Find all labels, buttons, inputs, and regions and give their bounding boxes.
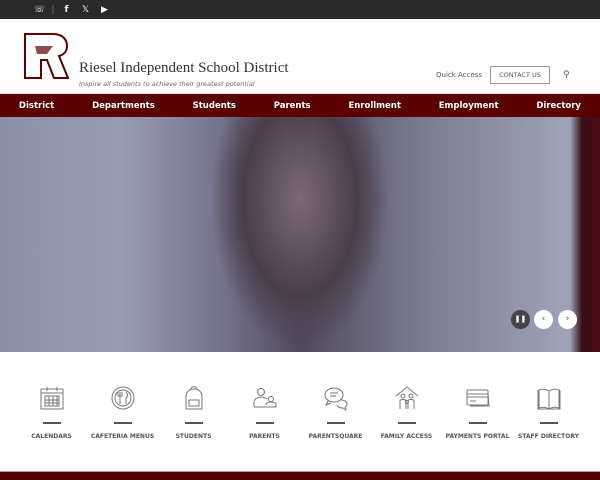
nav-parents[interactable]: Parents [274,101,311,111]
hero-slideshow [0,117,600,352]
quick-access-link[interactable]: Quick Access [436,71,482,79]
footer [0,471,600,480]
quicklink-label: PAYMENTS PORTAL [445,432,510,440]
quicklink-cafeteria[interactable]: CAFETERIA MENUS [88,385,158,440]
facebook-icon[interactable]: f [57,5,76,15]
nav-directory[interactable]: Directory [536,101,581,111]
social-bar: ☏ | f 𝕏 ▶ [0,0,600,19]
quicklink-payments[interactable]: PAYMENTS PORTAL [443,385,513,440]
nav-employment[interactable]: Employment [439,101,499,111]
search-icon[interactable]: ⚲ [563,70,570,80]
quicklink-staff-directory[interactable]: STAFF DIRECTORY [514,385,584,440]
hero-edge [592,117,600,352]
quicklink-label: PARENTSQUARE [308,432,363,440]
youtube-icon[interactable]: ▶ [95,5,114,15]
backpack-icon [185,386,202,410]
quicklink-students[interactable]: STUDENTS [159,385,229,440]
main-nav: District Departments Students Parents En… [0,94,600,117]
quicklink-label: CALENDARS [31,432,72,440]
next-slide-button[interactable]: › [558,310,577,329]
chat-bubbles-icon [324,387,348,411]
calendar-icon [40,387,63,410]
book-icon [537,388,560,410]
parentsquare-icon[interactable]: ☏ [30,5,49,15]
credit-card-icon [466,389,490,407]
quicklink-parents[interactable]: PARENTS [230,385,300,440]
site-header: Riesel Independent School District Inspi… [0,19,600,94]
quick-links: CALENDARS CAFETERIA MENUS STUDENTS PAREN… [0,385,600,440]
quicklink-label: CAFETERIA MENUS [90,432,155,440]
quicklink-parentsquare[interactable]: PARENTSQUARE [301,385,371,440]
pause-button[interactable]: ❚❚ [511,310,530,329]
quicklink-label: PARENTS [249,432,280,440]
hero-image [210,117,390,352]
nav-district[interactable]: District [19,101,54,111]
parent-child-icon [253,388,276,408]
divider: | [51,4,55,15]
quicklink-label: STAFF DIRECTORY [517,432,580,440]
nav-departments[interactable]: Departments [92,101,155,111]
contact-us-button[interactable]: CONTACT US [490,66,550,84]
family-house-icon [395,386,418,409]
site-tagline: Inspire all students to achieve their gr… [79,80,255,88]
quicklink-calendars[interactable]: CALENDARS [17,385,87,440]
nav-students[interactable]: Students [193,101,236,111]
nav-enrollment[interactable]: Enrollment [348,101,400,111]
district-logo[interactable] [23,32,69,80]
quicklink-label: FAMILY ACCESS [380,432,433,440]
quicklink-label: STUDENTS [175,432,212,440]
quicklink-family-access[interactable]: FAMILY ACCESS [372,385,442,440]
prev-slide-button[interactable]: ‹ [534,310,553,329]
plate-utensils-icon [111,386,134,410]
site-title[interactable]: Riesel Independent School District [79,60,289,77]
x-icon[interactable]: 𝕏 [76,5,95,15]
